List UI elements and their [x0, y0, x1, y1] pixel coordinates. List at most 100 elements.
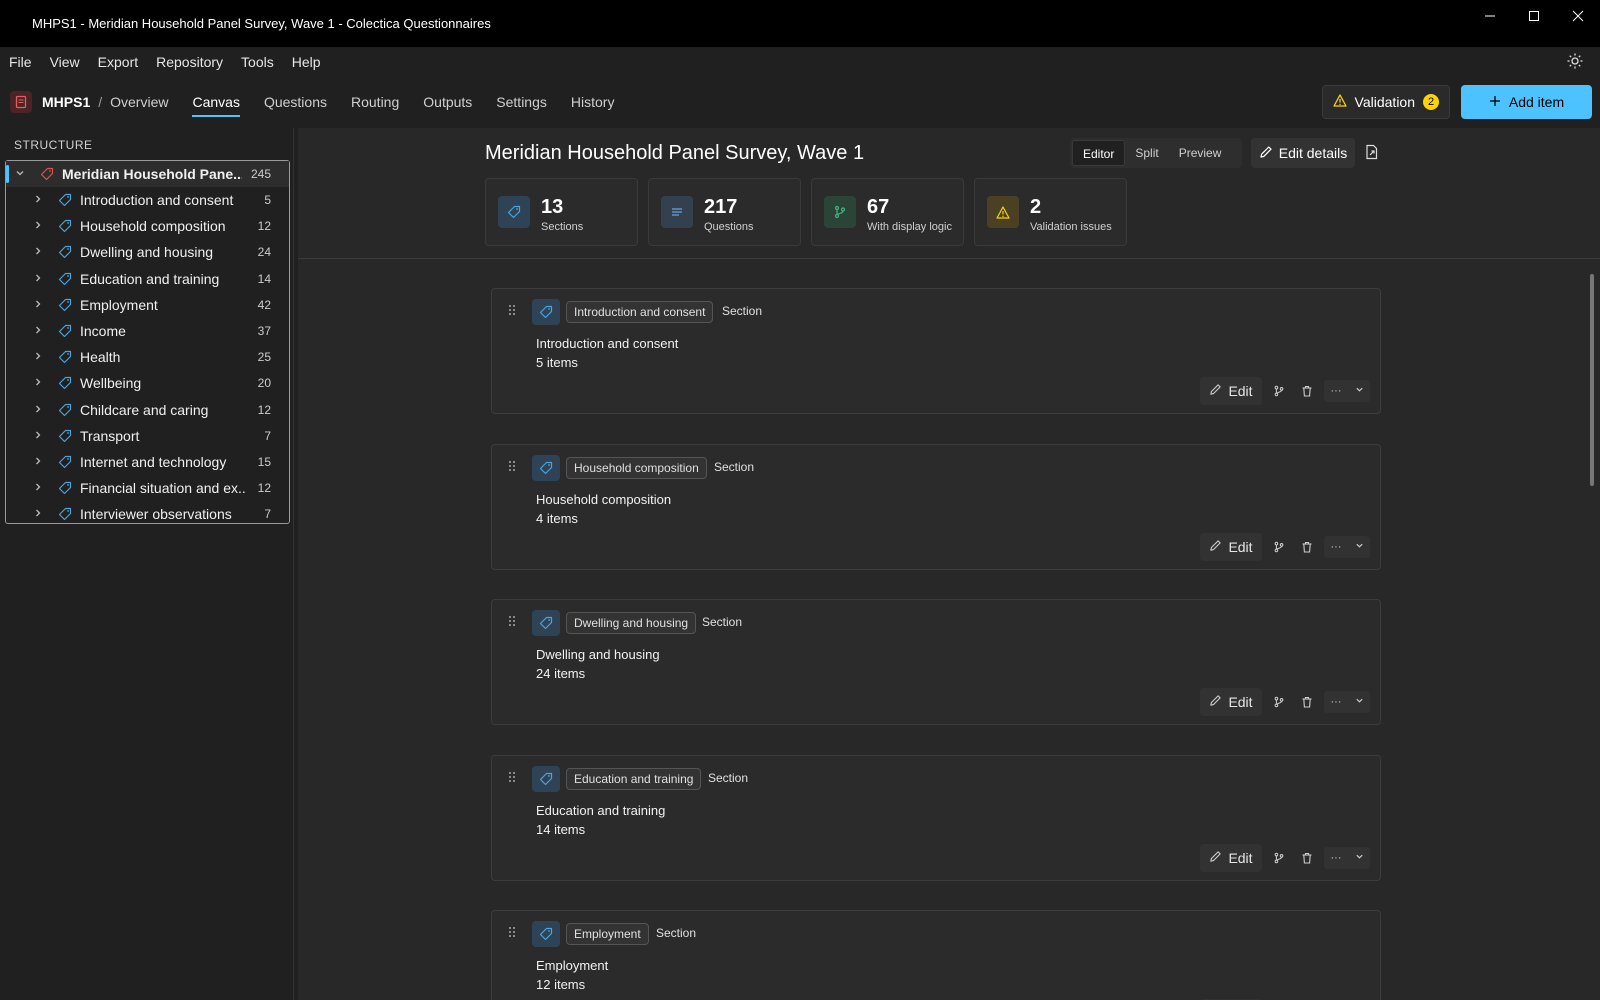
validation-button[interactable]: Validation 2 — [1321, 85, 1450, 119]
mode-editor[interactable]: Editor — [1072, 140, 1126, 166]
more-menu[interactable]: ··· — [1324, 846, 1370, 869]
tree-item[interactable]: Childcare and caring 12 — [6, 397, 289, 423]
minimize-icon[interactable] — [1468, 0, 1512, 32]
chevron-right-icon[interactable] — [32, 481, 44, 495]
tab-history[interactable]: History — [571, 76, 615, 128]
section-card[interactable]: Introduction and consent Section Introduct… — [491, 288, 1381, 414]
tab-routing[interactable]: Routing — [351, 76, 399, 128]
chevron-right-icon[interactable] — [32, 455, 44, 469]
chevron-down-icon[interactable] — [1355, 696, 1364, 708]
tree-item[interactable]: Health 25 — [6, 344, 289, 370]
section-card[interactable]: Household composition Section Household co… — [491, 443, 1381, 570]
tree-item[interactable]: Employment 42 — [6, 292, 289, 318]
menu-repository[interactable]: Repository — [147, 54, 232, 70]
branch-icon — [824, 196, 856, 228]
trash-icon[interactable] — [1296, 536, 1318, 558]
edit-button[interactable]: Edit — [1200, 843, 1262, 872]
chevron-right-icon[interactable] — [32, 403, 44, 417]
add-item-button[interactable]: Add item — [1461, 85, 1592, 119]
scrollbar-thumb[interactable] — [1590, 274, 1594, 486]
menu-help[interactable]: Help — [283, 54, 330, 70]
chevron-right-icon[interactable] — [32, 376, 44, 390]
tree-item[interactable]: Introduction and consent 5 — [6, 187, 289, 213]
drag-handle-icon[interactable] — [508, 925, 516, 941]
chevron-right-icon[interactable] — [32, 193, 44, 207]
menu-export[interactable]: Export — [89, 54, 147, 70]
tab-canvas[interactable]: Canvas — [192, 76, 241, 128]
stat-value: 13 — [541, 196, 564, 218]
branch-icon[interactable] — [1268, 380, 1290, 402]
export-document-icon[interactable] — [1365, 144, 1381, 160]
chevron-right-icon[interactable] — [32, 272, 44, 286]
menu-tools[interactable]: Tools — [232, 54, 283, 70]
tree-item[interactable]: Internet and technology 15 — [6, 449, 289, 475]
chevron-down-icon[interactable] — [1355, 852, 1364, 864]
trash-icon[interactable] — [1296, 847, 1318, 869]
ellipsis-icon[interactable]: ··· — [1331, 696, 1342, 708]
tree-item[interactable]: Household composition 12 — [6, 213, 289, 239]
edit-button[interactable]: Edit — [1200, 377, 1262, 405]
tab-overview[interactable]: Overview — [110, 76, 168, 128]
branch-icon[interactable] — [1268, 691, 1290, 713]
chevron-right-icon[interactable] — [32, 429, 44, 443]
ellipsis-icon[interactable]: ··· — [1331, 541, 1342, 553]
tree-item[interactable]: Education and training 14 — [6, 266, 289, 292]
tag-icon — [58, 350, 72, 364]
tree-item[interactable]: Interviewer observations 7 — [6, 501, 289, 527]
close-icon[interactable] — [1556, 0, 1600, 32]
chevron-right-icon[interactable] — [32, 324, 44, 338]
section-item-count: 24 items — [536, 666, 586, 681]
edit-button[interactable]: Edit — [1200, 688, 1262, 716]
drag-handle-icon[interactable] — [508, 614, 516, 630]
branch-icon[interactable] — [1268, 536, 1290, 558]
card-actions: Edit ··· — [1200, 688, 1370, 716]
chevron-down-icon[interactable] — [1355, 385, 1364, 397]
chevron-right-icon[interactable] — [32, 507, 44, 521]
edit-button[interactable]: Edit — [1200, 532, 1262, 561]
chevron-right-icon[interactable] — [32, 245, 44, 259]
tag-icon — [58, 245, 72, 259]
more-menu[interactable]: ··· — [1324, 535, 1370, 558]
project-icon — [10, 91, 32, 113]
section-card[interactable]: Dwelling and housing Section Dwelling and … — [491, 599, 1381, 725]
drag-handle-icon[interactable] — [508, 303, 516, 319]
edit-details-button[interactable]: Edit details — [1251, 138, 1355, 168]
tree-item[interactable]: Wellbeing 20 — [6, 370, 289, 396]
ellipsis-icon[interactable]: ··· — [1331, 852, 1342, 864]
menu-view[interactable]: View — [41, 54, 89, 70]
tab-settings[interactable]: Settings — [496, 76, 547, 128]
section-card[interactable]: Education and training Section Education a… — [491, 754, 1381, 881]
tree-root-item[interactable]: Meridian Household Pane... 245 — [6, 161, 289, 187]
section-name-chip: Education and training — [566, 767, 702, 790]
trash-icon[interactable] — [1296, 691, 1318, 713]
branch-icon[interactable] — [1268, 847, 1290, 869]
chevron-right-icon[interactable] — [32, 350, 44, 364]
breadcrumb-separator: / — [98, 94, 103, 110]
ellipsis-icon[interactable]: ··· — [1331, 385, 1342, 397]
tree-item[interactable]: Dwelling and housing 24 — [6, 239, 289, 265]
section-card[interactable]: EmploymentSectionEmployment12 itemsEdit·… — [491, 910, 1381, 1000]
drag-handle-icon[interactable] — [508, 770, 516, 786]
chevron-right-icon[interactable] — [32, 219, 44, 233]
menu-file[interactable]: File — [0, 54, 41, 70]
tree-item-count: 7 — [264, 507, 271, 522]
tree-item[interactable]: Transport 7 — [6, 423, 289, 449]
chevron-down-icon[interactable] — [14, 167, 26, 181]
more-menu[interactable]: ··· — [1324, 380, 1370, 402]
mode-preview[interactable]: Preview — [1169, 140, 1232, 166]
warning-icon — [1332, 94, 1347, 110]
tree-item[interactable]: Financial situation and ex... 12 — [6, 475, 289, 501]
tab-questions[interactable]: Questions — [264, 76, 327, 128]
mode-split[interactable]: Split — [1125, 140, 1168, 166]
trash-icon[interactable] — [1296, 380, 1318, 402]
chevron-right-icon[interactable] — [32, 298, 44, 312]
theme-toggle-icon[interactable] — [1566, 53, 1584, 71]
project-name[interactable]: MHPS1 — [42, 94, 90, 110]
card-actions: Edit ··· — [1200, 843, 1370, 872]
more-menu[interactable]: ··· — [1324, 691, 1370, 713]
tree-item[interactable]: Income 37 — [6, 318, 289, 344]
maximize-icon[interactable] — [1512, 0, 1556, 32]
drag-handle-icon[interactable] — [508, 459, 516, 475]
tab-outputs[interactable]: Outputs — [423, 76, 472, 128]
chevron-down-icon[interactable] — [1355, 541, 1364, 553]
